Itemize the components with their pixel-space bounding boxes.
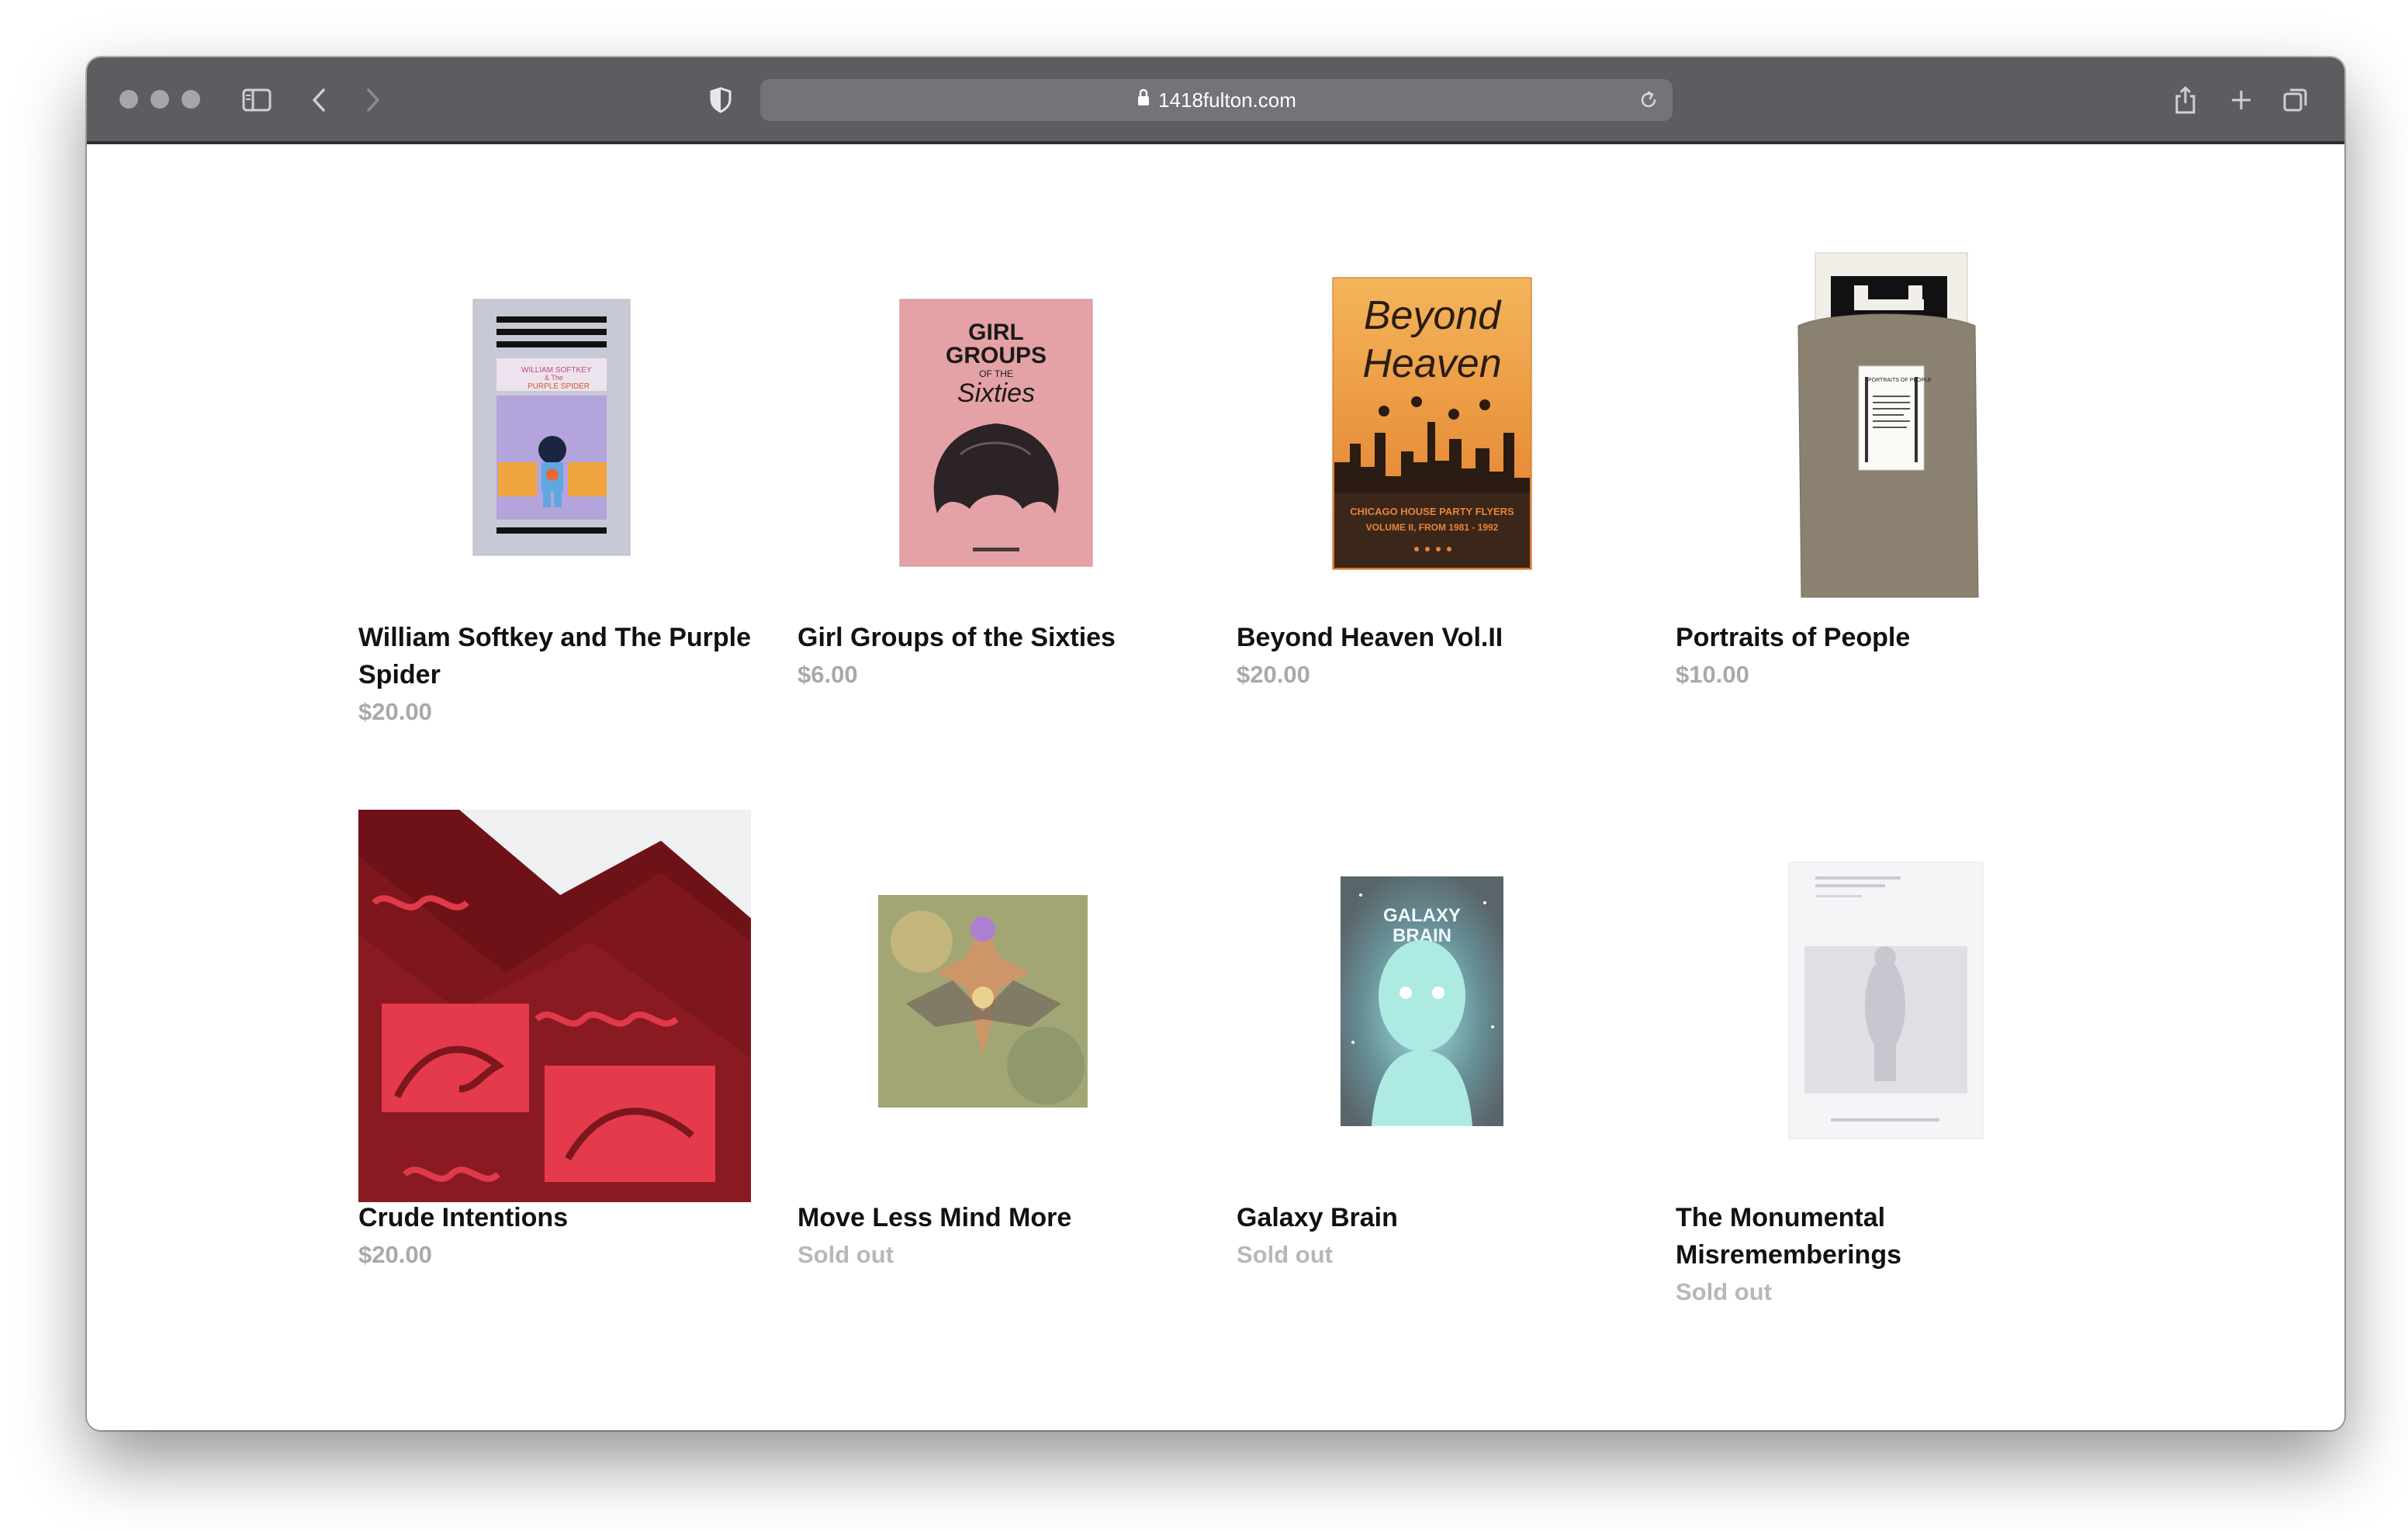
product-price: Sold out (1237, 1241, 1333, 1268)
address-bar[interactable]: 1418fulton.com (760, 79, 1673, 121)
back-icon[interactable] (301, 82, 337, 118)
cover-title-line: & The (545, 374, 563, 382)
cover-subtitle: VOLUME II, FROM 1981 - 1992 (1366, 522, 1499, 533)
product-image[interactable] (797, 810, 1190, 1202)
product-price: $10.00 (1676, 661, 1749, 688)
product-image[interactable]: PORTRAITS OF PEOPLE (1676, 230, 2068, 622)
product-image[interactable]: GALAXY BRAIN (1237, 810, 1629, 1202)
shield-icon[interactable] (703, 82, 739, 118)
product-title[interactable]: William Softkey and The Purple Spider (358, 619, 751, 693)
cover-title-line: Sixties (957, 378, 1035, 408)
browser-window: 1418fulton.com WILLIAM SOFTKEY & The PUR… (87, 57, 2344, 1430)
cover-title-line: GROUPS (946, 343, 1047, 368)
cover-subtitle: CHICAGO HOUSE PARTY FLYERS (1350, 506, 1514, 517)
product-image[interactable]: Beyond Heaven CHICAGO HOUSE PARTY FLYERS… (1237, 230, 1629, 622)
cover-title-line: Heaven (1362, 341, 1501, 386)
product-image[interactable]: GIRL GROUPS OF THE Sixties (797, 230, 1190, 622)
product-price: Sold out (1676, 1278, 1772, 1305)
cover-title-line: OF THE (979, 368, 1013, 379)
product-image[interactable] (358, 810, 751, 1202)
product-title[interactable]: Beyond Heaven Vol.II (1237, 619, 1629, 656)
cover-title-line: PORTRAITS (1868, 378, 1899, 383)
cover-title-line: PURPLE SPIDER (528, 382, 590, 391)
forward-icon[interactable] (355, 82, 391, 118)
product-title[interactable]: The Monumental Misrememberings (1676, 1199, 2068, 1274)
zoom-window-button[interactable] (182, 90, 200, 109)
lock-icon (1137, 88, 1150, 112)
product-price: $20.00 (1237, 661, 1310, 688)
product-title[interactable]: Crude Intentions (358, 1199, 751, 1236)
cover-title-line: GIRL (968, 320, 1024, 345)
tabs-overview-icon[interactable] (2278, 82, 2313, 118)
new-tab-icon[interactable] (2223, 82, 2259, 118)
product-image[interactable]: WILLIAM SOFTKEY & The PURPLE SPIDER (358, 230, 751, 622)
product-title[interactable]: Galaxy Brain (1237, 1199, 1629, 1236)
product-image[interactable] (1676, 810, 2068, 1202)
share-icon[interactable] (2168, 82, 2203, 118)
product-price: $20.00 (358, 1241, 432, 1268)
minimize-window-button[interactable] (150, 90, 169, 109)
product-title[interactable]: Move Less Mind More (797, 1199, 1190, 1236)
product-price: $20.00 (358, 698, 432, 725)
url-text: 1418fulton.com (1158, 88, 1296, 112)
cover-title-line: Beyond (1364, 293, 1502, 338)
product-price: Sold out (797, 1241, 894, 1268)
sidebar-icon[interactable] (239, 82, 275, 118)
product-title[interactable]: Girl Groups of the Sixties (797, 619, 1190, 656)
product-price: $6.00 (797, 661, 858, 688)
close-window-button[interactable] (119, 90, 138, 109)
cover-title-line: GALAXY (1383, 905, 1461, 926)
page-content: WILLIAM SOFTKEY & The PURPLE SPIDER Will… (87, 144, 2344, 1430)
reload-icon[interactable] (1632, 84, 1665, 116)
browser-toolbar: 1418fulton.com (87, 57, 2344, 144)
product-title[interactable]: Portraits of People (1676, 619, 2068, 656)
